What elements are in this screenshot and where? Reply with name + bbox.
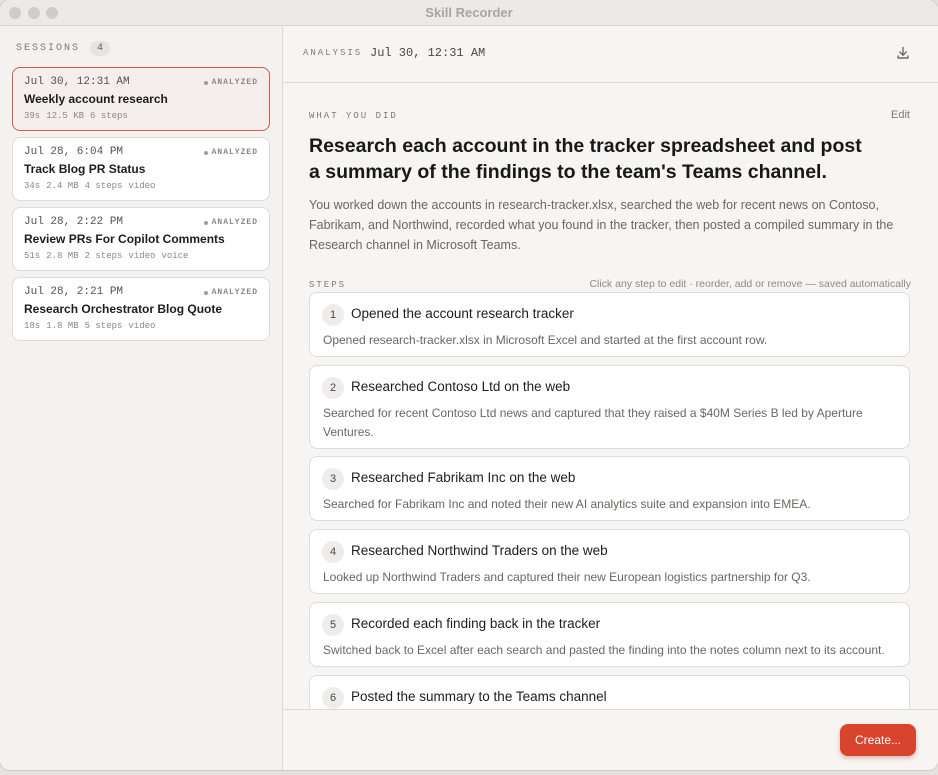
app-window: Skill Recorder SESSIONS 4 Jul 30, 12:31 … xyxy=(0,0,938,770)
session-status-label: ANALYZED xyxy=(211,148,258,157)
steps-hint: Click any step to edit · reorder, add or… xyxy=(589,278,911,290)
step-description: Switched back to Excel after each search… xyxy=(323,643,885,657)
sessions-sidebar: SESSIONS 4 Jul 30, 12:31 AM ANALYZED Wee… xyxy=(0,26,283,770)
step-title: Posted the summary to the Teams channel xyxy=(351,689,607,704)
session-duration: 51s xyxy=(24,251,41,261)
step-number: 6 xyxy=(322,687,344,709)
step-card[interactable]: 3 Researched Fabrikam Inc on the web Sea… xyxy=(309,456,910,521)
step-description: Looked up Northwind Traders and captured… xyxy=(323,570,811,584)
session-status-badge: ANALYZED xyxy=(203,218,258,227)
summary-description: You worked down the accounts in research… xyxy=(309,198,894,252)
sessions-count-badge: 4 xyxy=(90,41,111,56)
session-size: 2.8 MB xyxy=(46,251,79,261)
step-number: 4 xyxy=(322,541,344,563)
step-number: 3 xyxy=(322,468,344,490)
step-card[interactable]: 1 Opened the account research tracker Op… xyxy=(309,292,910,357)
session-steps: 4 steps xyxy=(84,181,123,191)
step-title: Recorded each finding back in the tracke… xyxy=(351,616,601,631)
step-card[interactable]: 2 Researched Contoso Ltd on the web Sear… xyxy=(309,365,910,449)
session-title: Research Orchestrator Blog Quote xyxy=(24,302,223,316)
session-steps: 2 steps xyxy=(84,251,123,261)
session-status-label: ANALYZED xyxy=(211,218,258,227)
edit-summary-button[interactable]: Edit xyxy=(891,109,910,121)
summary-title: Research each account in the tracker spr… xyxy=(309,135,862,183)
step-description: Opened research-tracker.xlsx in Microsof… xyxy=(323,333,768,347)
session-date: Jul 28, 6:04 PM xyxy=(24,146,124,158)
session-size: 2.4 MB xyxy=(46,181,79,191)
step-title: Opened the account research tracker xyxy=(351,306,574,321)
session-status-badge: ANALYZED xyxy=(203,288,258,297)
step-card[interactable]: 4 Researched Northwind Traders on the we… xyxy=(309,529,910,594)
steps-label: STEPS xyxy=(309,280,347,290)
status-dot-icon xyxy=(203,80,208,85)
step-description: Searched for recent Contoso Ltd news and… xyxy=(323,406,863,439)
sessions-header: SESSIONS 4 xyxy=(16,41,111,56)
session-steps: 5 steps xyxy=(84,321,123,331)
step-description: Searched for Fabrikam Inc and noted thei… xyxy=(323,497,811,511)
session-duration: 39s xyxy=(24,111,41,121)
session-card[interactable]: Jul 28, 6:04 PM ANALYZED Track Blog PR S… xyxy=(12,137,270,201)
session-meta: 18s 1.8 MB 5 steps video xyxy=(24,321,155,331)
step-number: 5 xyxy=(322,614,344,636)
steps-list[interactable]: 1 Opened the account research tracker Op… xyxy=(283,290,938,709)
session-duration: 18s xyxy=(24,321,41,331)
session-meta: 39s 12.5 KB 6 steps xyxy=(24,111,128,121)
session-title: Weekly account research xyxy=(24,92,168,106)
step-title: Researched Contoso Ltd on the web xyxy=(351,379,571,394)
step-card[interactable]: 5 Recorded each finding back in the trac… xyxy=(309,602,910,667)
session-card[interactable]: Jul 28, 2:21 PM ANALYZED Research Orches… xyxy=(12,277,270,341)
create-button[interactable]: Create... xyxy=(840,724,916,756)
session-card[interactable]: Jul 28, 2:22 PM ANALYZED Review PRs For … xyxy=(12,207,270,271)
step-number: 1 xyxy=(322,304,344,326)
session-voice-tag: voice xyxy=(161,251,189,261)
analysis-date: Jul 30, 12:31 AM xyxy=(370,46,486,60)
session-size: 12.5 KB xyxy=(46,111,85,121)
session-date: Jul 28, 2:21 PM xyxy=(24,286,124,298)
analysis-panel: ANALYSIS Jul 30, 12:31 AM WHAT YOU DID E… xyxy=(283,26,938,770)
session-video-tag: video xyxy=(128,181,156,191)
step-title: Researched Northwind Traders on the web xyxy=(351,543,608,558)
session-status-label: ANALYZED xyxy=(211,78,258,87)
what-you-did-label: WHAT YOU DID xyxy=(309,111,398,121)
session-status-badge: ANALYZED xyxy=(203,78,258,87)
session-size: 1.8 MB xyxy=(46,321,79,331)
session-title: Review PRs For Copilot Comments xyxy=(24,232,225,246)
session-card[interactable]: Jul 30, 12:31 AM ANALYZED Weekly account… xyxy=(12,67,270,131)
session-video-tag: video xyxy=(128,321,156,331)
session-meta: 34s 2.4 MB 4 steps video xyxy=(24,181,155,191)
footer-bar: Create... xyxy=(283,709,938,770)
step-card[interactable]: 6 Posted the summary to the Teams channe… xyxy=(309,675,910,709)
session-status-label: ANALYZED xyxy=(211,288,258,297)
status-dot-icon xyxy=(203,220,208,225)
step-title: Researched Fabrikam Inc on the web xyxy=(351,470,576,485)
status-dot-icon xyxy=(203,150,208,155)
step-number: 2 xyxy=(322,377,344,399)
session-duration: 34s xyxy=(24,181,41,191)
session-title: Track Blog PR Status xyxy=(24,162,146,176)
session-date: Jul 30, 12:31 AM xyxy=(24,76,130,88)
session-meta: 51s 2.8 MB 2 steps video voice xyxy=(24,251,188,261)
download-icon[interactable] xyxy=(895,45,911,61)
session-video-tag: video xyxy=(128,251,156,261)
session-date: Jul 28, 2:22 PM xyxy=(24,216,124,228)
session-steps: 6 steps xyxy=(90,111,128,121)
analysis-header: ANALYSIS Jul 30, 12:31 AM xyxy=(283,26,938,83)
sessions-label: SESSIONS xyxy=(16,43,81,54)
status-dot-icon xyxy=(203,290,208,295)
session-status-badge: ANALYZED xyxy=(203,148,258,157)
analysis-label: ANALYSIS xyxy=(303,48,363,58)
window-title: Skill Recorder xyxy=(425,5,513,20)
title-bar: Skill Recorder xyxy=(0,0,938,26)
